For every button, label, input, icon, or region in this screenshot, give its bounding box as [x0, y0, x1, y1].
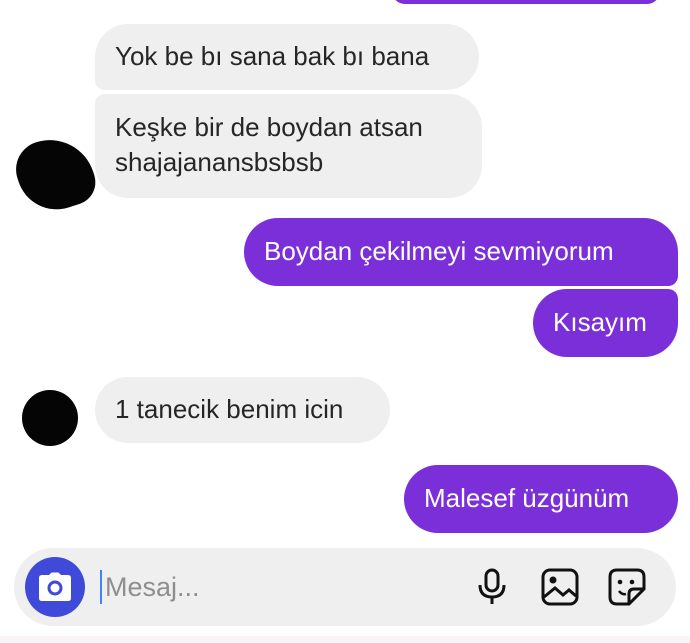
incoming-message[interactable]: 1 tanecik benim icin [95, 377, 390, 443]
sender-avatar[interactable] [22, 390, 78, 446]
outgoing-message[interactable]: Kısayım [533, 289, 678, 357]
sender-avatar[interactable] [8, 128, 102, 220]
message-composer: Mesaj... [14, 548, 676, 626]
camera-button[interactable] [25, 557, 85, 617]
incoming-message[interactable]: Yok be bı sana bak bı bana [95, 24, 479, 90]
message-text: 1 tanecik benim icin [115, 394, 344, 424]
sticker-icon [607, 567, 647, 607]
screen-bottom-edge [0, 636, 690, 643]
message-text-line: shajajanansbsbsb [115, 147, 324, 177]
gallery-button[interactable] [540, 567, 580, 607]
incoming-message[interactable]: Keşke bir de boydan atsan shajajanansbsb… [95, 94, 482, 198]
microphone-button[interactable] [472, 567, 512, 607]
message-text: Malesef üzgünüm [424, 483, 630, 513]
message-text: Yok be bı sana bak bı bana [115, 41, 430, 71]
microphone-icon [472, 567, 512, 607]
message-text: Boydan çekilmeyi sevmiyorum [264, 236, 614, 266]
previous-outgoing-message-edge [392, 0, 660, 4]
message-input[interactable]: Mesaj... [105, 568, 200, 606]
message-text-line: Keşke bir de boydan atsan [115, 112, 423, 142]
text-caret [100, 570, 102, 604]
outgoing-message[interactable]: Malesef üzgünüm [404, 465, 678, 533]
message-text: Kısayım [553, 307, 647, 337]
chat-screen: Yok be bı sana bak bı bana Keşke bir de … [0, 0, 690, 643]
image-gallery-icon [540, 567, 580, 607]
outgoing-message[interactable]: Boydan çekilmeyi sevmiyorum [244, 218, 678, 286]
sticker-button[interactable] [607, 567, 647, 607]
